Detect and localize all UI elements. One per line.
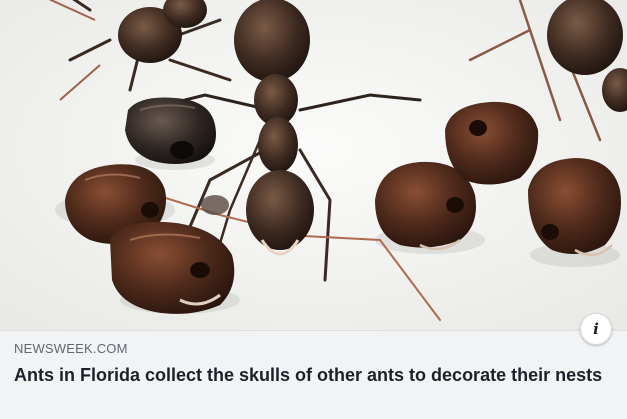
article-headline[interactable]: Ants in Florida collect the skulls of ot… — [14, 364, 614, 387]
ant-skulls-illustration — [0, 0, 627, 330]
link-preview-card[interactable]: i NEWSWEEK.COM Ants in Florida collect t… — [0, 0, 627, 419]
skull-right-2 — [445, 101, 539, 185]
info-icon[interactable]: i — [580, 313, 612, 345]
skull-right-3 — [528, 158, 621, 257]
article-photo[interactable] — [0, 0, 627, 330]
link-preview-meta[interactable]: NEWSWEEK.COM Ants in Florida collect the… — [0, 330, 627, 419]
source-domain: NEWSWEEK.COM — [14, 341, 128, 356]
